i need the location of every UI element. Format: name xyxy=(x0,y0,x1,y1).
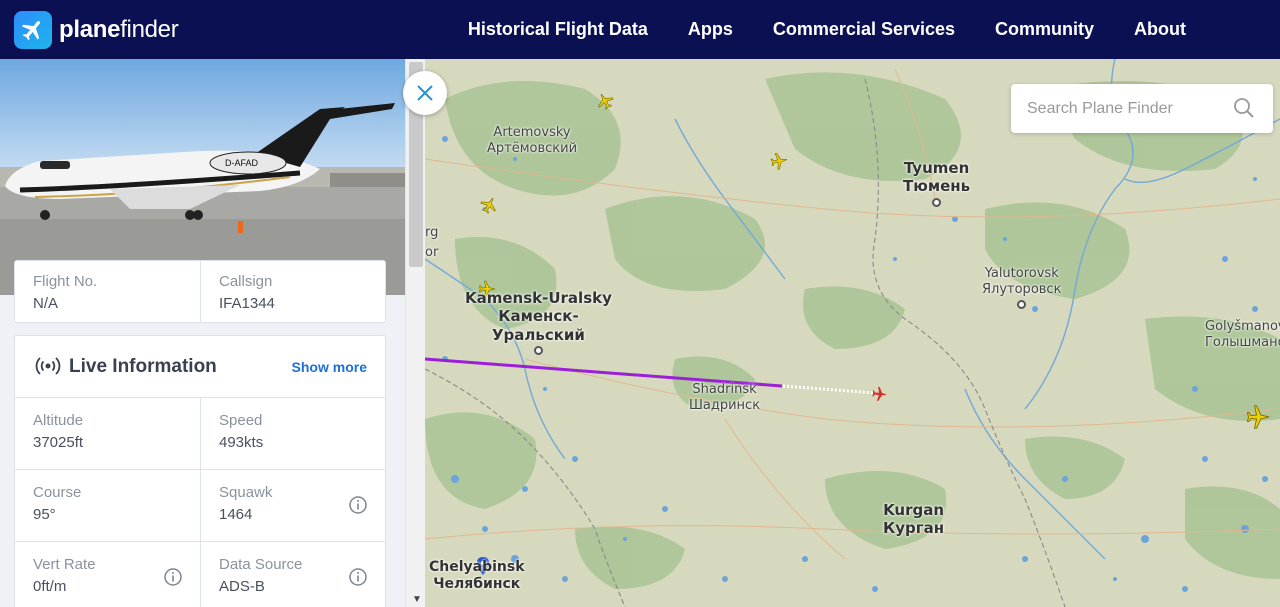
city-yalutorovsk: Yalutorovsk Ялуторовск xyxy=(982,266,1061,309)
city-kurgan: Kurgan Курган xyxy=(883,501,945,538)
city-artemovsky: Artemovsky Артёмовский xyxy=(487,125,578,156)
callsign-label: Callsign xyxy=(219,273,273,290)
flight-number-value: N/A xyxy=(33,295,59,312)
plane-logo-icon xyxy=(14,11,52,49)
city-tyumen: Tyumen Тюмень xyxy=(903,159,970,207)
altitude-value: 37025ft xyxy=(33,434,84,451)
nav-historical-flight-data[interactable]: Historical Flight Data xyxy=(468,19,648,40)
nav-apps[interactable]: Apps xyxy=(688,19,733,40)
flight-number-label: Flight No. xyxy=(33,273,98,290)
nav-community[interactable]: Community xyxy=(995,19,1094,40)
search-box xyxy=(1011,84,1273,133)
flight-number-cell: Flight No. N/A xyxy=(33,273,97,312)
altitude-label: Altitude xyxy=(33,412,84,429)
flight-map[interactable]: rg or Artemovsky Артёмовский Tyumen Тюмень… xyxy=(425,59,1280,607)
vert-rate-label: Vert Rate xyxy=(33,556,96,573)
aircraft-registration: D-AFAD xyxy=(225,158,259,168)
squawk-info-icon[interactable] xyxy=(349,496,367,514)
search-input[interactable] xyxy=(1027,97,1227,121)
city-marker xyxy=(533,345,543,355)
data-source-info-icon[interactable] xyxy=(349,568,367,586)
city-chelyabinsk: Chelyabinsk Челябинск xyxy=(429,559,525,593)
data-source-value: ADS-B xyxy=(219,578,265,595)
brand-name: planefinder xyxy=(59,16,179,43)
city-shadrinsk: Shadrinsk Шадринск xyxy=(689,382,761,413)
callsign-cell: Callsign IFA1344 xyxy=(219,273,275,312)
course-value: 95° xyxy=(33,506,56,523)
planefinder-logo[interactable]: planefinder xyxy=(14,11,179,49)
live-broadcast-icon xyxy=(35,356,61,381)
close-icon xyxy=(417,85,433,101)
scroll-down-arrow-icon[interactable]: ▼ xyxy=(412,594,422,605)
close-panel-button[interactable] xyxy=(403,71,447,115)
flight-info-panel: D-AFAD ▲ ▼ Flight No. N/A Callsign IFA13… xyxy=(0,59,425,607)
city-marker xyxy=(932,197,942,207)
altitude-cell: Altitude 37025ft xyxy=(33,412,83,451)
city-golyshmanovo: GolyšmanovoГолышманово xyxy=(1205,319,1280,350)
vert-rate-cell: Vert Rate 0ft/m xyxy=(33,556,96,595)
course-cell: Course 95° xyxy=(33,484,81,523)
course-label: Course xyxy=(33,484,82,501)
city-marker xyxy=(1017,299,1027,309)
panel-scrollbar[interactable]: ▲ ▼ xyxy=(405,59,425,607)
data-source-cell: Data Source ADS-B xyxy=(219,556,302,595)
top-navigation-bar: planefinder Historical Flight Data Apps … xyxy=(0,0,1280,59)
city-kamensk-uralsky: Kamensk-Uralsky Каменск- Уральский xyxy=(465,289,612,355)
search-icon[interactable] xyxy=(1233,97,1255,124)
squawk-value: 1464 xyxy=(219,506,253,523)
squawk-label: Squawk xyxy=(219,484,273,501)
vert-rate-value: 0ft/m xyxy=(33,578,67,595)
show-more-link[interactable]: Show more xyxy=(292,359,367,375)
live-information-title: Live Information xyxy=(69,356,217,377)
data-source-label: Data Source xyxy=(219,556,303,573)
live-information-card: Live Information Show more Altitude 3702… xyxy=(14,335,386,607)
main-nav: Historical Flight Data Apps Commercial S… xyxy=(468,0,1186,59)
speed-label: Speed xyxy=(219,412,263,429)
speed-cell: Speed 493kts xyxy=(219,412,263,451)
speed-value: 493kts xyxy=(219,434,264,451)
flight-identity-card: Flight No. N/A Callsign IFA1344 xyxy=(14,260,386,323)
vert-rate-info-icon[interactable] xyxy=(164,568,182,586)
map-label-partial: or xyxy=(425,245,439,260)
callsign-value: IFA1344 xyxy=(219,295,275,312)
squawk-cell: Squawk 1464 xyxy=(219,484,272,523)
map-label-partial: rg xyxy=(425,225,439,240)
nav-commercial-services[interactable]: Commercial Services xyxy=(773,19,955,40)
nav-about[interactable]: About xyxy=(1134,19,1186,40)
